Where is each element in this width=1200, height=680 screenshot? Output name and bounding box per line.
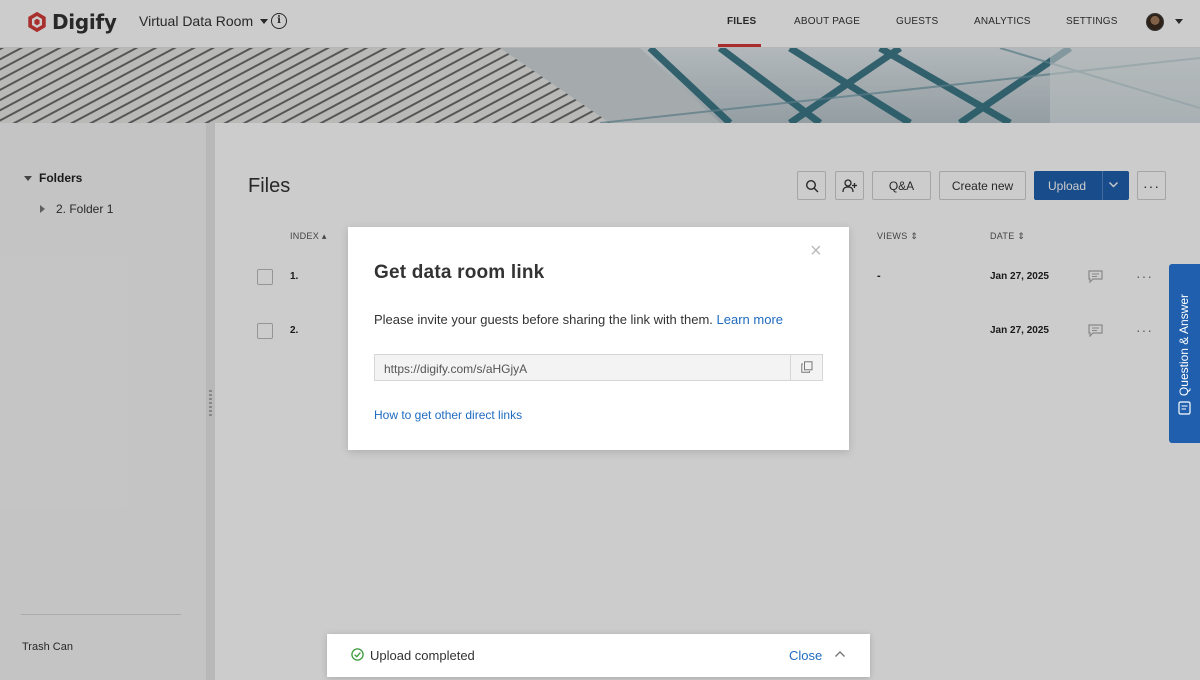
get-link-modal: × Get data room link Please invite your … (348, 227, 849, 450)
check-circle-icon (351, 648, 364, 661)
qa-icon (1178, 401, 1191, 415)
modal-message: Please invite your guests before sharing… (374, 312, 783, 327)
modal-message-text: Please invite your guests before sharing… (374, 312, 713, 327)
room-link-field[interactable]: https://digify.com/s/aHGjyA (374, 354, 823, 381)
learn-more-link[interactable]: Learn more (717, 312, 783, 327)
close-icon[interactable]: × (810, 241, 822, 261)
copy-link-button[interactable] (790, 354, 823, 381)
question-answer-tab[interactable]: Question & Answer (1169, 264, 1200, 443)
modal-title: Get data room link (374, 262, 545, 283)
toast-close-button[interactable]: Close (789, 648, 822, 663)
copy-icon (801, 361, 813, 373)
upload-toast: Upload completed Close (327, 634, 870, 677)
other-direct-links-link[interactable]: How to get other direct links (374, 408, 522, 422)
toast-message: Upload completed (370, 648, 475, 663)
qa-tab-label: Question & Answer (1177, 294, 1191, 397)
chevron-up-icon[interactable] (834, 649, 846, 659)
